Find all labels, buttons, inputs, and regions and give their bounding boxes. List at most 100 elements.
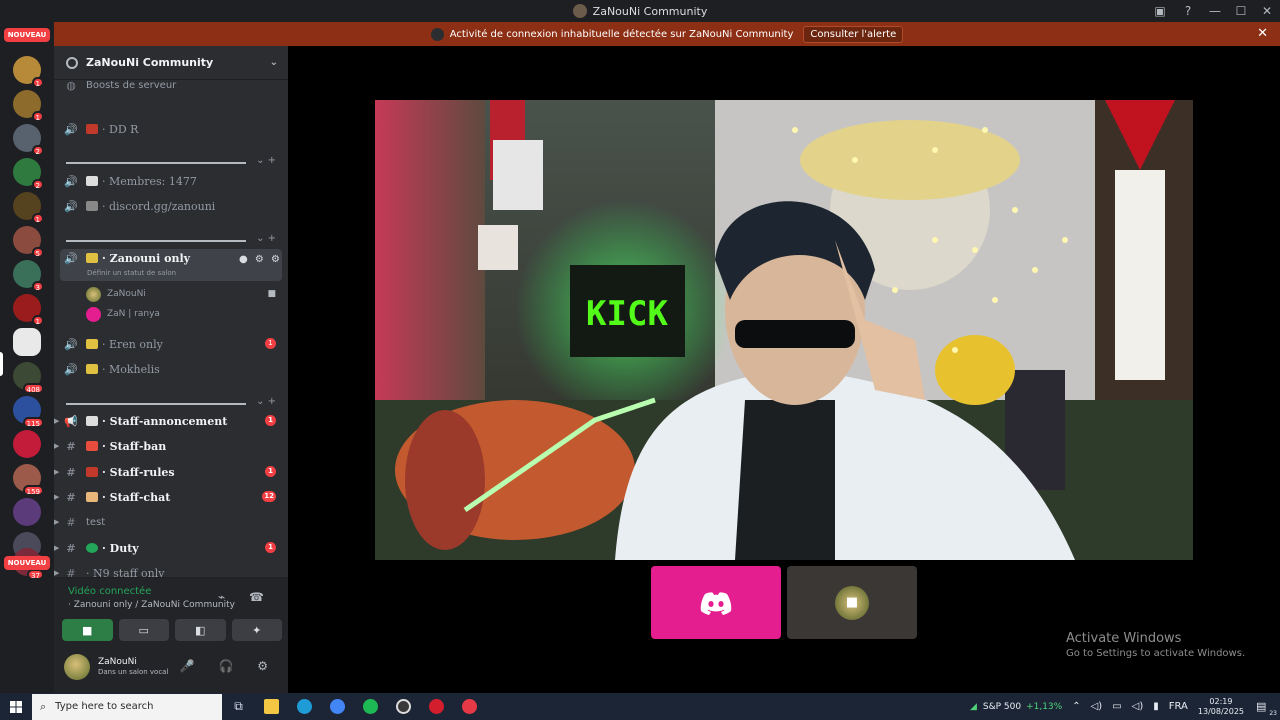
server-icon[interactable]: 2 [13,158,44,190]
server-rail: NOUVEAU 1 1 2 2 1 5 3 1 408 115 159 112 … [0,22,54,693]
view-alert-button[interactable]: Consulter l'alerte [803,25,904,43]
channel-eren-only[interactable]: 🔊 · Eren only 1 [62,332,282,356]
unread-badge: 1 [265,542,276,553]
server-icon[interactable]: 3 [13,260,44,292]
server-icon[interactable] [13,498,41,526]
unread-badge: 1 [265,415,276,426]
search-icon: ⌕ [40,699,47,713]
kick-sign-text: KICK [586,294,668,334]
server-icon[interactable]: 1 [13,294,44,326]
user-controls[interactable]: 🎤 🎧 ⚙ [180,659,278,673]
discord-logo-icon [700,591,732,615]
user-name[interactable]: ZaNouNi [98,657,137,667]
category-add-icon[interactable]: ⌄ + [256,396,276,407]
channel-test[interactable]: ▶ # test [54,510,282,534]
hashtag-icon: # [66,566,76,578]
camera-stream[interactable]: KICK [375,100,1193,560]
close-window-button[interactable]: ✕ [1254,0,1280,22]
notification-center-icon[interactable]: ▤ 23 [1256,700,1280,717]
chevron-up-icon[interactable]: ⌃ [1072,701,1080,712]
camera-button[interactable]: ■ [62,619,113,641]
channel-n9-staff-only[interactable]: ▶ # · N9 staff only [54,561,282,578]
channel-invite[interactable]: 🔊 · discord.gg/zanouni [62,194,282,218]
channel-membres[interactable]: 🔊 · Membres: 1477 [62,169,282,193]
speaker-icon[interactable]: ◁) [1091,701,1103,712]
stock-widget[interactable]: ◢ S&P 500 +1,13% [970,702,1062,712]
language-indicator[interactable]: FRA [1169,701,1188,712]
unread-badge: 1 [265,466,276,477]
file-explorer-icon[interactable] [255,693,288,720]
caret-icon: ▶ [54,417,60,425]
obs-icon[interactable] [387,693,420,720]
taskbar-search[interactable]: ⌕ Type here to search [32,693,222,720]
category-add-icon[interactable]: ⌄ + [256,233,276,244]
voice-connection-panel: Vidéo connectée · Zanouni only / ZaNouNi… [54,577,288,647]
voice-controls[interactable]: ⌁ ☎ [218,590,274,604]
channel-actions[interactable]: ● ⚙ ⚙ [239,254,282,265]
edge-icon[interactable] [288,693,321,720]
channel-dd-r[interactable]: 🔊 · DD R [62,117,282,141]
channel-staff-ban[interactable]: ▶ # · Staff-ban [54,434,282,458]
clock[interactable]: 02:19 13/08/2025 [1198,697,1244,717]
activity-button[interactable]: ◧ [175,619,226,641]
server-icon[interactable]: 5 [13,226,44,258]
server-avatar-icon [572,4,587,18]
inbox-icon[interactable]: ▣ [1146,0,1174,22]
server-icon[interactable]: 1 [13,90,44,122]
activate-windows-watermark: Activate Windows Go to Settings to activ… [1066,631,1246,659]
close-alert-icon[interactable]: ✕ [1257,26,1268,41]
task-view-icon[interactable]: ⧉ [222,693,255,720]
star-icon [86,364,98,374]
voice-user-ranya[interactable]: ZaN | ranya [86,304,160,324]
megaphone-icon: 📢 [64,414,78,428]
caret-icon: ▶ [54,518,60,526]
voice-user-zanouni[interactable]: ZaNouNi [86,284,146,304]
network-icon[interactable]: ▭ [1112,701,1121,712]
participant-tile-discord[interactable] [651,566,781,639]
server-icon[interactable]: 159 [13,464,44,496]
start-button[interactable] [0,693,32,720]
minimize-button[interactable]: — [1202,0,1228,22]
user-icon [86,201,98,211]
channel-mokhelis[interactable]: 🔊 · Mokhelis [62,357,282,381]
server-icon-zanouni[interactable]: 408 [13,362,44,394]
user-avatar[interactable] [64,654,90,680]
server-icon[interactable]: 2 [13,124,44,156]
channel-staff-chat[interactable]: ▶ # · Staff-chat 12 [54,485,282,509]
guild-name: ZaNouNi Community [86,56,214,69]
volume-icon[interactable]: ◁) [1132,701,1144,712]
category-add-icon[interactable]: ⌄ + [256,155,276,166]
channel-duty[interactable]: ▶ # · Duty 1 [54,536,282,560]
security-alert-bar: Activité de connexion inhabituelle détec… [54,22,1280,46]
server-avatar-icon [430,27,444,41]
no-entry-icon [86,441,98,451]
voice-status[interactable]: Vidéo connectée [68,586,151,597]
chrome-icon[interactable] [321,693,354,720]
voice-channel-link[interactable]: · Zanouni only / ZaNouNi Community [68,600,235,610]
channel-staff-rules[interactable]: ▶ # · Staff-rules 1 [54,460,282,484]
caret-icon: ▶ [54,569,60,577]
chevron-down-icon[interactable]: ⌄ [270,57,278,68]
soundboard-button[interactable]: ✦ [231,619,282,641]
server-icon[interactable]: 115 [13,396,44,428]
server-icon[interactable] [13,430,41,458]
discord-window: ZaNouNi Community ▣ ? — ☐ ✕ Activité de … [0,0,1280,720]
server-icon[interactable]: 1 [13,56,44,88]
category-divider [66,162,246,164]
help-icon[interactable]: ? [1174,0,1202,22]
boosts-item[interactable]: ◍ Boosts de serveur [62,73,282,97]
channel-staff-annoncement[interactable]: ▶ 📢 · Staff-annoncement 1 [54,409,282,433]
spotify-icon[interactable] [354,693,387,720]
server-icon[interactable]: 1 [13,192,44,224]
app-red-icon[interactable] [453,693,486,720]
set-channel-status[interactable]: Définir un statut de salon [87,269,176,277]
server-icon[interactable] [13,328,41,356]
participant-tile-zanouni[interactable]: ■ [787,566,917,639]
caret-icon: ▶ [54,468,60,476]
screen-share-button[interactable]: ▭ [118,619,169,641]
microphone-icon[interactable]: ▮ [1153,701,1159,712]
opera-icon[interactable] [420,693,453,720]
title-bar: ZaNouNi Community ▣ ? — ☐ ✕ [0,0,1280,22]
caret-icon: ▶ [54,544,60,552]
maximize-button[interactable]: ☐ [1228,0,1254,22]
